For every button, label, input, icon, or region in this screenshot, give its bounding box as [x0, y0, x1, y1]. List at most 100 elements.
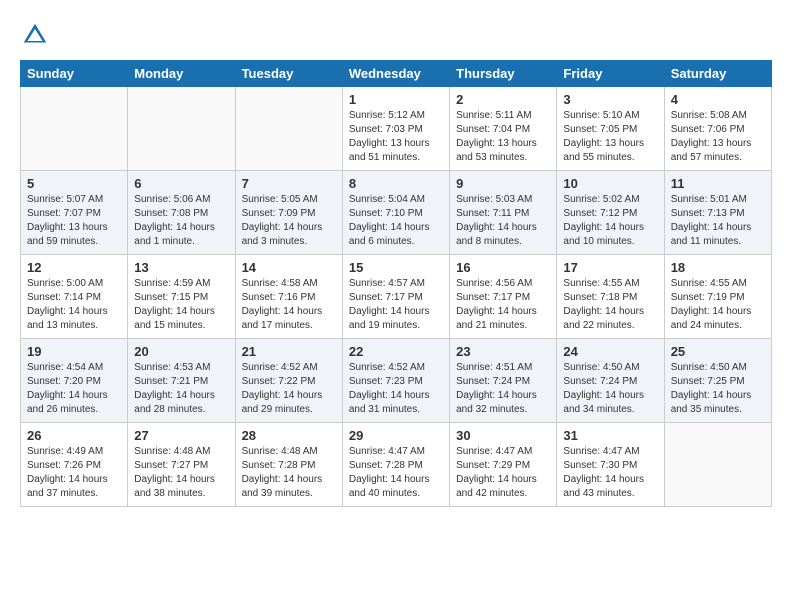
day-info: Sunrise: 5:10 AM Sunset: 7:05 PM Dayligh…: [563, 109, 657, 165]
calendar-cell: [21, 87, 128, 171]
day-number: 22: [349, 344, 443, 359]
day-info: Sunrise: 5:06 AM Sunset: 7:08 PM Dayligh…: [134, 193, 228, 249]
day-info: Sunrise: 4:50 AM Sunset: 7:25 PM Dayligh…: [671, 361, 765, 417]
day-info: Sunrise: 5:08 AM Sunset: 7:06 PM Dayligh…: [671, 109, 765, 165]
day-info: Sunrise: 5:00 AM Sunset: 7:14 PM Dayligh…: [27, 277, 121, 333]
day-number: 21: [242, 344, 336, 359]
day-number: 28: [242, 428, 336, 443]
calendar-week-2: 5Sunrise: 5:07 AM Sunset: 7:07 PM Daylig…: [21, 171, 772, 255]
calendar-week-4: 19 Sunrise: 4:54 AM Sunset: 7:20 PM Dayli…: [21, 339, 772, 423]
calendar-cell: 10 Sunrise: 5:02 AM Sunset: 7:12 PM Dayli…: [557, 171, 664, 255]
day-number: 5: [27, 176, 121, 191]
weekday-tuesday: Tuesday: [235, 61, 342, 87]
page-header: [20, 20, 772, 50]
calendar-cell: 1 Sunrise: 5:12 AM Sunset: 7:03 PM Daylig…: [342, 87, 449, 171]
day-info: Sunrise: 4:54 AM Sunset: 7:20 PM Dayligh…: [27, 361, 121, 417]
day-info: Sunrise: 5:02 AM Sunset: 7:12 PM Dayligh…: [563, 193, 657, 249]
day-info: Sunrise: 4:48 AM Sunset: 7:28 PM Dayligh…: [242, 445, 336, 501]
day-info: Sunrise: 4:58 AM Sunset: 7:16 PM Dayligh…: [242, 277, 336, 333]
calendar-cell: 22 Sunrise: 4:52 AM Sunset: 7:23 PM Dayli…: [342, 339, 449, 423]
calendar-cell: 19 Sunrise: 4:54 AM Sunset: 7:20 PM Dayli…: [21, 339, 128, 423]
day-info: Sunrise: 4:49 AM Sunset: 7:26 PM Dayligh…: [27, 445, 121, 501]
day-number: 1: [349, 92, 443, 107]
weekday-wednesday: Wednesday: [342, 61, 449, 87]
calendar-cell: 18 Sunrise: 4:55 AM Sunset: 7:19 PM Dayli…: [664, 255, 771, 339]
calendar-cell: [664, 423, 771, 507]
day-number: 17: [563, 260, 657, 275]
calendar-cell: 7 Sunrise: 5:05 AM Sunset: 7:09 PM Daylig…: [235, 171, 342, 255]
day-number: 2: [456, 92, 550, 107]
day-info: Sunrise: 5:05 AM Sunset: 7:09 PM Dayligh…: [242, 193, 336, 249]
day-info: Sunrise: 4:57 AM Sunset: 7:17 PM Dayligh…: [349, 277, 443, 333]
weekday-friday: Friday: [557, 61, 664, 87]
weekday-sunday: Sunday: [21, 61, 128, 87]
day-number: 19: [27, 344, 121, 359]
calendar-week-1: 1 Sunrise: 5:12 AM Sunset: 7:03 PM Daylig…: [21, 87, 772, 171]
calendar-cell: 15 Sunrise: 4:57 AM Sunset: 7:17 PM Dayli…: [342, 255, 449, 339]
calendar-cell: 28 Sunrise: 4:48 AM Sunset: 7:28 PM Dayli…: [235, 423, 342, 507]
calendar-cell: 25 Sunrise: 4:50 AM Sunset: 7:25 PM Dayli…: [664, 339, 771, 423]
calendar-week-5: 26 Sunrise: 4:49 AM Sunset: 7:26 PM Dayli…: [21, 423, 772, 507]
calendar-cell: 17 Sunrise: 4:55 AM Sunset: 7:18 PM Dayli…: [557, 255, 664, 339]
day-info: Sunrise: 5:03 AM Sunset: 7:11 PM Dayligh…: [456, 193, 550, 249]
calendar-cell: 6 Sunrise: 5:06 AM Sunset: 7:08 PM Daylig…: [128, 171, 235, 255]
day-number: 23: [456, 344, 550, 359]
calendar-cell: 31Sunrise: 4:47 AM Sunset: 7:30 PM Dayli…: [557, 423, 664, 507]
calendar-cell: 26 Sunrise: 4:49 AM Sunset: 7:26 PM Dayli…: [21, 423, 128, 507]
day-info: Sunrise: 4:53 AM Sunset: 7:21 PM Dayligh…: [134, 361, 228, 417]
weekday-monday: Monday: [128, 61, 235, 87]
calendar-cell: [235, 87, 342, 171]
day-number: 9: [456, 176, 550, 191]
day-number: 13: [134, 260, 228, 275]
day-number: 30: [456, 428, 550, 443]
calendar-cell: 3 Sunrise: 5:10 AM Sunset: 7:05 PM Daylig…: [557, 87, 664, 171]
calendar-cell: 24Sunrise: 4:50 AM Sunset: 7:24 PM Dayli…: [557, 339, 664, 423]
day-info: Sunrise: 4:55 AM Sunset: 7:19 PM Dayligh…: [671, 277, 765, 333]
calendar-cell: 12 Sunrise: 5:00 AM Sunset: 7:14 PM Dayli…: [21, 255, 128, 339]
weekday-thursday: Thursday: [450, 61, 557, 87]
day-number: 6: [134, 176, 228, 191]
weekday-header-row: SundayMondayTuesdayWednesdayThursdayFrid…: [21, 61, 772, 87]
calendar-cell: 11 Sunrise: 5:01 AM Sunset: 7:13 PM Dayli…: [664, 171, 771, 255]
day-info: Sunrise: 4:48 AM Sunset: 7:27 PM Dayligh…: [134, 445, 228, 501]
day-number: 25: [671, 344, 765, 359]
calendar-cell: 20 Sunrise: 4:53 AM Sunset: 7:21 PM Dayli…: [128, 339, 235, 423]
day-number: 18: [671, 260, 765, 275]
day-info: Sunrise: 4:47 AM Sunset: 7:28 PM Dayligh…: [349, 445, 443, 501]
day-number: 29: [349, 428, 443, 443]
weekday-saturday: Saturday: [664, 61, 771, 87]
day-info: Sunrise: 4:52 AM Sunset: 7:23 PM Dayligh…: [349, 361, 443, 417]
calendar-cell: 30Sunrise: 4:47 AM Sunset: 7:29 PM Dayli…: [450, 423, 557, 507]
day-info: Sunrise: 4:56 AM Sunset: 7:17 PM Dayligh…: [456, 277, 550, 333]
day-info: Sunrise: 4:55 AM Sunset: 7:18 PM Dayligh…: [563, 277, 657, 333]
logo-icon: [20, 20, 50, 50]
day-number: 10: [563, 176, 657, 191]
day-info: Sunrise: 4:47 AM Sunset: 7:30 PM Dayligh…: [563, 445, 657, 501]
day-number: 26: [27, 428, 121, 443]
day-number: 16: [456, 260, 550, 275]
day-info: Sunrise: 4:51 AM Sunset: 7:24 PM Dayligh…: [456, 361, 550, 417]
day-number: 15: [349, 260, 443, 275]
day-info: Sunrise: 4:52 AM Sunset: 7:22 PM Dayligh…: [242, 361, 336, 417]
calendar-cell: 2 Sunrise: 5:11 AM Sunset: 7:04 PM Daylig…: [450, 87, 557, 171]
day-number: 11: [671, 176, 765, 191]
calendar-cell: 16 Sunrise: 4:56 AM Sunset: 7:17 PM Dayli…: [450, 255, 557, 339]
calendar-cell: 14 Sunrise: 4:58 AM Sunset: 7:16 PM Dayli…: [235, 255, 342, 339]
day-number: 3: [563, 92, 657, 107]
day-number: 14: [242, 260, 336, 275]
calendar-cell: 29 Sunrise: 4:47 AM Sunset: 7:28 PM Dayli…: [342, 423, 449, 507]
day-info: Sunrise: 4:59 AM Sunset: 7:15 PM Dayligh…: [134, 277, 228, 333]
calendar-cell: 4Sunrise: 5:08 AM Sunset: 7:06 PM Daylig…: [664, 87, 771, 171]
day-number: 12: [27, 260, 121, 275]
day-info: Sunrise: 4:50 AM Sunset: 7:24 PM Dayligh…: [563, 361, 657, 417]
calendar-week-3: 12 Sunrise: 5:00 AM Sunset: 7:14 PM Dayli…: [21, 255, 772, 339]
calendar-cell: 13 Sunrise: 4:59 AM Sunset: 7:15 PM Dayli…: [128, 255, 235, 339]
day-number: 27: [134, 428, 228, 443]
calendar-cell: 27 Sunrise: 4:48 AM Sunset: 7:27 PM Dayli…: [128, 423, 235, 507]
day-number: 7: [242, 176, 336, 191]
calendar-table: SundayMondayTuesdayWednesdayThursdayFrid…: [20, 60, 772, 507]
day-number: 20: [134, 344, 228, 359]
day-info: Sunrise: 5:11 AM Sunset: 7:04 PM Dayligh…: [456, 109, 550, 165]
day-info: Sunrise: 5:01 AM Sunset: 7:13 PM Dayligh…: [671, 193, 765, 249]
day-info: Sunrise: 5:12 AM Sunset: 7:03 PM Dayligh…: [349, 109, 443, 165]
